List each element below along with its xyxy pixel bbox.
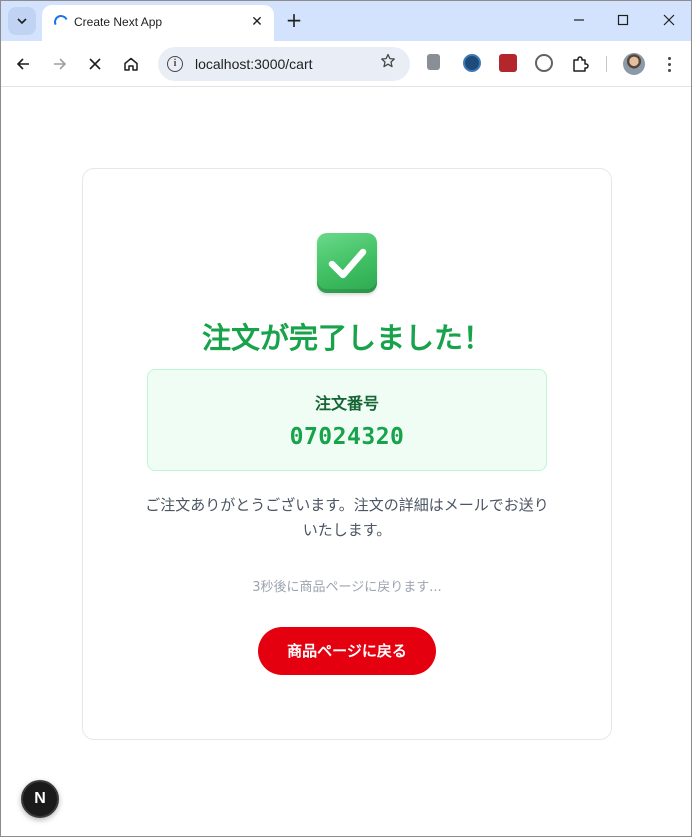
nextjs-dev-badge[interactable]: N [21, 780, 59, 818]
maximize-icon [617, 14, 629, 26]
stop-loading-button[interactable] [82, 51, 108, 77]
tab-title: Create Next App [74, 15, 163, 29]
minimize-icon [574, 19, 584, 21]
bookmark-star-icon[interactable] [380, 53, 396, 74]
order-number-value: 07024320 [289, 424, 405, 450]
new-tab-button[interactable]: + [283, 9, 305, 31]
loading-spinner-icon [52, 13, 70, 31]
kebab-menu-icon[interactable] [661, 53, 677, 75]
extension-circle-icon[interactable] [535, 54, 553, 72]
page-title: 注文が完了しました！ [201, 321, 492, 355]
close-icon [89, 58, 101, 70]
chevron-down-icon [17, 18, 27, 24]
profile-avatar[interactable] [623, 53, 645, 75]
tab-close-button[interactable]: ✕ [248, 13, 266, 31]
thanks-message: ご注文ありがとうございます。注文の詳細はメールでお送りいたします。 [145, 496, 549, 539]
checkmark-icon [317, 233, 377, 293]
tab-strip: Create Next App ✕ + [1, 1, 691, 41]
close-icon [663, 14, 675, 26]
home-icon [124, 57, 138, 71]
window-close-button[interactable] [655, 8, 683, 32]
order-complete-card: 注文が完了しました！ 注文番号 07024320 ご注文ありがとうございます。注… [82, 168, 612, 740]
order-number-box: 注文番号 07024320 [147, 369, 547, 471]
browser-toolbar: i localhost:3000/cart [1, 41, 691, 87]
home-button[interactable] [118, 51, 144, 77]
arrow-left-icon [16, 58, 29, 70]
info-icon[interactable]: i [167, 56, 183, 72]
puzzle-icon [573, 56, 589, 72]
extension-red-icon[interactable] [499, 54, 517, 72]
browser-tab[interactable]: Create Next App ✕ [42, 5, 274, 41]
address-bar[interactable]: i localhost:3000/cart [158, 47, 410, 81]
minimize-button[interactable] [565, 8, 593, 32]
extension-document-icon[interactable] [427, 54, 440, 70]
back-to-products-button[interactable]: 商品ページに戻る [258, 627, 436, 675]
redirect-note: 3秒後に商品ページに戻ります... [252, 580, 442, 595]
extension-blue-icon[interactable] [463, 54, 481, 72]
order-number-label: 注文番号 [314, 394, 379, 413]
tab-search-button[interactable] [8, 7, 36, 35]
forward-button[interactable] [47, 51, 73, 77]
maximize-button[interactable] [609, 8, 637, 32]
extensions-button[interactable] [567, 51, 593, 77]
url-text[interactable]: localhost:3000/cart [195, 56, 313, 72]
arrow-right-icon [54, 58, 67, 70]
toolbar-divider [606, 56, 607, 72]
back-button[interactable] [10, 51, 36, 77]
